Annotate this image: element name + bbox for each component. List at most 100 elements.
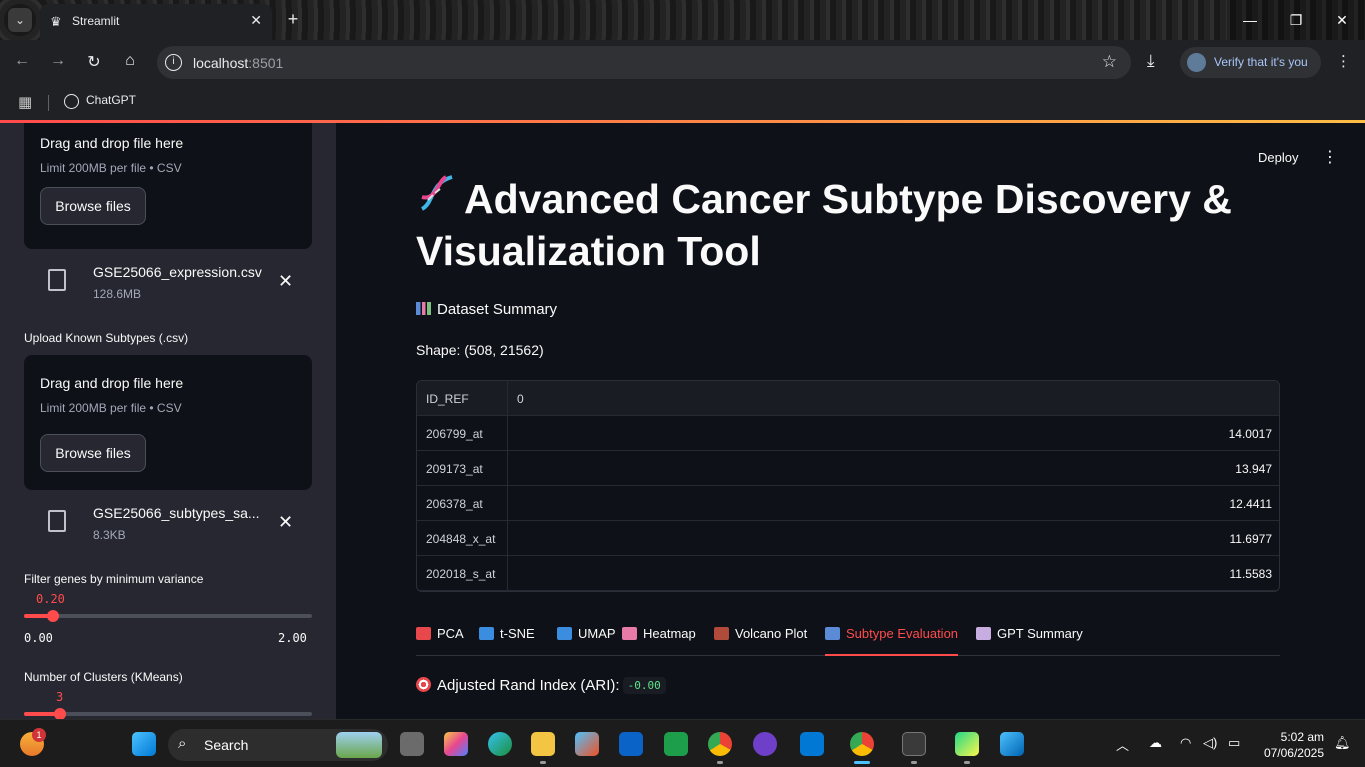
subtypes-file-dropzone[interactable]: Drag and drop file here Limit 200MB per …: [24, 355, 312, 490]
verify-profile-button[interactable]: Verify that it's you: [1180, 47, 1321, 78]
index-cell[interactable]: 206799_at: [417, 416, 508, 451]
running-indicator: [540, 761, 546, 764]
uploaded-file-size: 8.3KB: [93, 528, 126, 542]
header-cell[interactable]: 0: [508, 381, 1279, 416]
value-cell[interactable]: 11.5583: [508, 556, 1279, 591]
new-tab-button[interactable]: +: [282, 8, 304, 30]
cloud-icon[interactable]: ☁: [1149, 735, 1162, 751]
site-info-icon[interactable]: i: [165, 54, 182, 71]
outlook-icon[interactable]: [619, 732, 643, 756]
page-title-text: Advanced Cancer Subtype Discovery & Visu…: [416, 176, 1232, 274]
table-row: 209173_at 13.947: [417, 451, 1279, 486]
value-cell[interactable]: 14.0017: [508, 416, 1279, 451]
tab-heatmap[interactable]: Heatmap: [622, 626, 696, 656]
tab-pca[interactable]: PCA: [416, 626, 464, 656]
header-cell[interactable]: ID_REF: [417, 381, 508, 416]
slider-thumb[interactable]: [47, 610, 59, 622]
index-cell[interactable]: 209173_at: [417, 451, 508, 486]
uploaded-file-size: 128.6MB: [93, 287, 142, 301]
start-icon[interactable]: [132, 732, 156, 756]
app-d-icon[interactable]: [664, 732, 688, 756]
close-window-button[interactable]: ✕: [1319, 0, 1365, 40]
index-cell[interactable]: 206378_at: [417, 486, 508, 521]
browse-files-button[interactable]: Browse files: [40, 187, 146, 225]
terminal-icon[interactable]: [902, 732, 926, 756]
tab-gpt-summary[interactable]: GPT Summary: [976, 626, 1083, 656]
file-icon: [48, 269, 66, 291]
avatar: [1187, 53, 1206, 72]
task-view-icon[interactable]: [400, 732, 424, 756]
file-explorer-icon[interactable]: [531, 732, 555, 756]
home-icon[interactable]: ⌂: [119, 52, 141, 70]
slider-max-label: 2.00: [278, 631, 307, 645]
apps-grid-icon[interactable]: ▦: [18, 93, 32, 111]
value-cell[interactable]: 12.4411: [508, 486, 1279, 521]
close-tab-icon[interactable]: ✕: [250, 12, 262, 29]
clusters-slider-label: Number of Clusters (KMeans): [24, 670, 183, 684]
system-clock[interactable]: 5:02 am 07/06/2025: [1258, 729, 1324, 761]
reload-icon[interactable]: ↻: [83, 52, 105, 72]
clock-date: 07/06/2025: [1263, 746, 1324, 760]
running-indicator: [717, 761, 723, 764]
store-icon[interactable]: [575, 732, 599, 756]
minimize-button[interactable]: —: [1227, 0, 1273, 40]
search-icon: ⌕: [178, 735, 187, 752]
browser-menu-icon[interactable]: ⋮: [1336, 52, 1351, 70]
expression-file-dropzone[interactable]: Drag and drop file here Limit 200MB per …: [24, 123, 312, 249]
dropzone-title: Drag and drop file here: [40, 135, 184, 151]
tab-label: t-SNE: [500, 626, 535, 641]
browser-tab[interactable]: ♛ Streamlit ✕: [40, 4, 272, 40]
dataframe-table[interactable]: ID_REF 0 206799_at 14.0017 209173_at 13.947 20…: [416, 380, 1280, 592]
chevron-up-icon[interactable]: ︿: [1116, 735, 1129, 754]
chrome-profile-icon[interactable]: [708, 732, 732, 756]
browse-files-button[interactable]: Browse files: [40, 434, 146, 472]
photos-icon[interactable]: [1000, 732, 1024, 756]
tab-search-button[interactable]: ⌄: [8, 8, 32, 32]
uploaded-file-name: GSE25066_subtypes_sa...: [93, 505, 260, 521]
browser-toolbar: ← → ↻ ⌂ i localhost:8501 ☆: [0, 40, 1365, 85]
edge-icon[interactable]: [488, 732, 512, 756]
value-cell[interactable]: 13.947: [508, 451, 1279, 486]
slider-thumb[interactable]: [54, 708, 66, 719]
notification-bell-icon[interactable]: 🔔︎: [1334, 735, 1351, 751]
cycle-icon: [479, 627, 494, 640]
forward-arrow-icon[interactable]: →: [47, 52, 69, 70]
github-desktop-icon[interactable]: [753, 732, 777, 756]
download-icon[interactable]: ⤓: [1147, 51, 1155, 71]
value-cell[interactable]: 11.6977: [508, 521, 1279, 556]
copilot-icon[interactable]: [444, 732, 468, 756]
variance-slider-value: 0.20: [36, 592, 65, 606]
volcano-icon: [714, 627, 729, 640]
remove-file-icon[interactable]: ✕: [278, 512, 293, 533]
remove-file-icon[interactable]: ✕: [278, 271, 293, 292]
bookmark-chatgpt[interactable]: ChatGPT: [86, 93, 136, 107]
taskbar-search[interactable]: ⌕ Search: [168, 729, 388, 761]
vscode-icon[interactable]: [800, 732, 824, 756]
table-row: 206799_at 14.0017: [417, 416, 1279, 451]
address-bar[interactable]: i localhost:8501 ☆: [157, 46, 1131, 79]
clock-time: 5:02 am: [1280, 730, 1324, 744]
bookmark-star-icon[interactable]: ☆: [1102, 52, 1117, 72]
index-cell[interactable]: 204848_x_at: [417, 521, 508, 556]
battery-icon[interactable]: ▭: [1228, 735, 1240, 751]
tab-subtype-evaluation[interactable]: Subtype Evaluation: [825, 626, 959, 656]
tab-t-sne[interactable]: t-SNE: [479, 626, 535, 656]
windows-taskbar: 1 ⌕ Search ︿ ☁ ◠ ◁) ▭ 5:02 am 07/06/2025…: [0, 719, 1365, 767]
restore-button[interactable]: ❐: [1273, 0, 1319, 40]
volume-icon[interactable]: ◁): [1203, 735, 1217, 751]
robot-icon: [976, 627, 991, 640]
active-indicator: [854, 761, 870, 764]
chrome-icon[interactable]: [850, 732, 874, 756]
index-cell[interactable]: 202018_s_at: [417, 556, 508, 591]
variance-slider[interactable]: [24, 610, 312, 622]
back-arrow-icon[interactable]: ←: [11, 52, 33, 70]
pycharm-icon[interactable]: [955, 732, 979, 756]
bookmarks-divider: [48, 95, 49, 111]
deploy-button[interactable]: Deploy: [1258, 150, 1298, 165]
tab-umap[interactable]: UMAP: [557, 626, 616, 656]
tab-volcano-plot[interactable]: Volcano Plot: [714, 626, 807, 656]
wifi-icon[interactable]: ◠: [1180, 735, 1191, 751]
clusters-slider[interactable]: [24, 708, 312, 719]
main-menu-icon[interactable]: ⋮: [1322, 147, 1338, 167]
pushpin-icon: [416, 627, 431, 640]
